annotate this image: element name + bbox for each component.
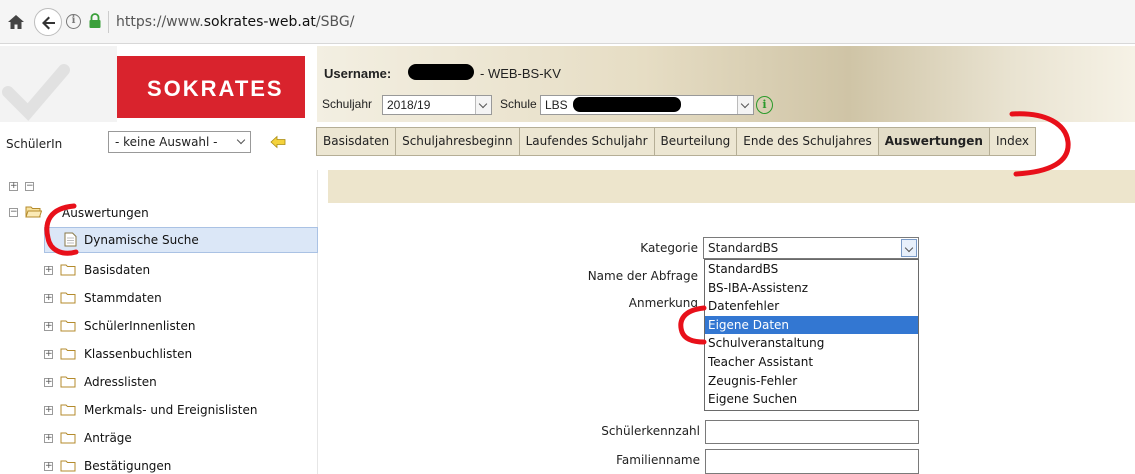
dropdown-option-schulveranstaltung[interactable]: Schulveranstaltung — [705, 334, 918, 353]
url-prefix: https://www. — [116, 14, 204, 30]
folder-open-icon — [25, 206, 42, 218]
kategorie-dropdown-list: StandardBS BS-IBA-Assistenz Datenfehler … — [704, 259, 919, 411]
tab-schuljahresbeginn[interactable]: Schuljahresbeginn — [396, 127, 520, 156]
username-suffix: - WEB-BS-KV — [480, 66, 561, 81]
schule-value: LBS — [545, 98, 568, 112]
anmerkung-label: Anmerkung — [628, 296, 698, 310]
schuelerkennzahl-input[interactable] — [705, 420, 919, 444]
tree-item-bestaetigungen[interactable]: Bestätigungen — [84, 459, 171, 473]
school-info-icon[interactable]: i — [756, 96, 773, 114]
dropdown-option-datenfehler[interactable]: Datenfehler — [705, 297, 918, 316]
folder-icon — [60, 348, 76, 360]
tab-auswertungen[interactable]: Auswertungen — [878, 127, 990, 156]
arrow-left-icon — [42, 16, 55, 30]
kategorie-label: Kategorie — [640, 241, 698, 255]
url-path: /SBG/ — [315, 14, 355, 30]
schuljahr-select[interactable]: 2018/19 — [382, 95, 492, 115]
tree-item-basisdaten[interactable]: Basisdaten — [84, 263, 150, 277]
familienname-label: Familienname — [616, 453, 700, 467]
expand-icon[interactable]: + — [44, 294, 53, 303]
url-domain: sokrates-web.at — [203, 14, 316, 30]
expand-icon[interactable]: + — [44, 434, 53, 443]
dropdown-option-standardbs[interactable]: StandardBS — [705, 260, 918, 279]
folder-icon — [60, 404, 76, 416]
username-redaction — [408, 64, 474, 80]
kategorie-value: StandardBS — [708, 241, 779, 255]
dropdown-option-zeugnis-fehler[interactable]: Zeugnis-Fehler — [705, 372, 918, 391]
schuljahr-label: Schuljahr — [322, 97, 373, 111]
chevron-down-icon — [901, 239, 917, 257]
tree-item-adresslisten[interactable]: Adresslisten — [84, 375, 157, 389]
checkmark-icon — [2, 64, 70, 121]
schule-label: Schule — [500, 97, 537, 111]
folder-icon — [60, 376, 76, 388]
tab-laufendes-schuljahr[interactable]: Laufendes Schuljahr — [519, 127, 655, 156]
dropdown-option-teacher-assistant[interactable]: Teacher Assistant — [705, 353, 918, 372]
document-icon — [64, 232, 77, 247]
tree-item-antraege[interactable]: Anträge — [84, 431, 132, 445]
schule-redaction — [573, 97, 681, 112]
expand-all-icon[interactable]: + — [9, 182, 18, 191]
folder-icon — [60, 264, 76, 276]
familienname-input[interactable] — [705, 449, 919, 474]
navigation-tree: + − − Auswertungen Dynamische Suche + Ba… — [0, 170, 318, 474]
tree-item-label: Dynamische Suche — [84, 233, 199, 247]
dropdown-option-bs-iba-assistenz[interactable]: BS-IBA-Assistenz — [705, 279, 918, 298]
tree-item-schuelerinnenlisten[interactable]: SchülerInnenlisten — [84, 319, 195, 333]
tab-basisdaten[interactable]: Basisdaten — [316, 127, 397, 156]
tab-beurteilung[interactable]: Beurteilung — [654, 127, 738, 156]
chevron-down-icon — [234, 132, 250, 152]
home-icon[interactable] — [6, 12, 26, 32]
tree-root-auswertungen[interactable]: Auswertungen — [62, 206, 149, 220]
chevron-down-icon — [737, 96, 753, 114]
chevron-down-icon — [475, 96, 491, 114]
sokrates-logo: SOKRATES — [117, 56, 305, 118]
logo-checkmark — [0, 46, 117, 122]
folder-icon — [60, 432, 76, 444]
tab-index[interactable]: Index — [989, 127, 1036, 156]
kategorie-select[interactable]: StandardBS — [703, 237, 919, 259]
lock-icon — [89, 13, 101, 28]
tab-ende-des-schuljahres[interactable]: Ende des Schuljahres — [737, 127, 879, 156]
schueler-value: - keine Auswahl - — [115, 135, 218, 149]
dropdown-option-eigene-suchen[interactable]: Eigene Suchen — [705, 390, 918, 409]
expand-icon[interactable]: + — [44, 378, 53, 387]
main-tabs: Basisdaten Schuljahresbeginn Laufendes S… — [316, 127, 1036, 156]
folder-icon — [60, 292, 76, 304]
expand-icon[interactable]: + — [44, 322, 53, 331]
dropdown-option-eigene-daten[interactable]: Eigene Daten — [705, 315, 918, 335]
collapse-icon[interactable]: − — [9, 208, 18, 217]
schueler-select[interactable]: - keine Auswahl - — [108, 131, 251, 153]
tree-item-merkmals-ereignislisten[interactable]: Merkmals- und Ereignislisten — [84, 403, 257, 417]
site-info-icon[interactable]: i — [66, 14, 81, 29]
panel-header-bar — [328, 170, 1135, 203]
schuljahr-value: 2018/19 — [387, 98, 431, 112]
tree-item-klassenbuchlisten[interactable]: Klassenbuchlisten — [84, 347, 192, 361]
expand-icon[interactable]: + — [44, 462, 53, 471]
username-label: Username: — [324, 66, 392, 81]
expand-icon[interactable]: + — [44, 350, 53, 359]
collapse-all-icon[interactable]: − — [25, 182, 34, 191]
name-der-abfrage-label: Name der Abfrage — [587, 269, 698, 283]
back-button[interactable] — [34, 8, 62, 36]
schueler-label: SchülerIn — [6, 137, 63, 151]
expand-icon[interactable]: + — [44, 266, 53, 275]
url-field[interactable]: https://www.sokrates-web.at/SBG/ — [116, 14, 354, 30]
folder-icon — [60, 460, 76, 472]
tree-item-stammdaten[interactable]: Stammdaten — [84, 291, 162, 305]
folder-icon — [60, 320, 76, 332]
expand-icon[interactable]: + — [44, 406, 53, 415]
arrow-left-icon[interactable] — [270, 135, 286, 149]
schuelerkennzahl-label: Schülerkennzahl — [601, 424, 700, 438]
url-separator — [108, 11, 109, 33]
